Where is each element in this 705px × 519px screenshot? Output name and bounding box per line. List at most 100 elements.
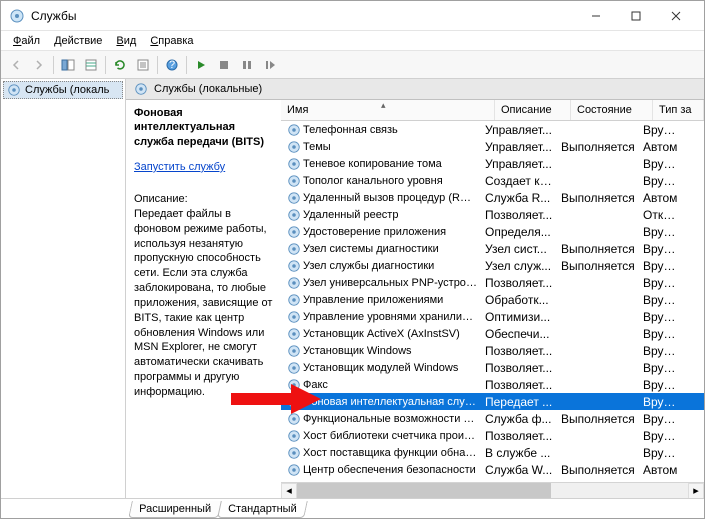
service-name: Хост библиотеки счетчика произво... (303, 430, 477, 442)
service-type: Вручну (639, 429, 683, 443)
tree-node-services[interactable]: Службы (локаль (3, 81, 123, 99)
back-button[interactable] (5, 54, 27, 76)
service-desc: Узел служ... (481, 259, 557, 273)
service-row[interactable]: ТемыУправляет...ВыполняетсяАвтом (281, 138, 704, 155)
service-type: Вручну (639, 395, 683, 409)
menu-file[interactable]: Файл (7, 33, 46, 49)
show-hide-tree-button[interactable] (57, 54, 79, 76)
tab-standard[interactable]: Стандартный (217, 501, 307, 518)
scroll-left-icon[interactable]: ◂ (281, 483, 297, 499)
svg-text:?: ? (169, 59, 175, 71)
menu-view[interactable]: Вид (110, 33, 142, 49)
help-button[interactable]: ? (161, 54, 183, 76)
description-label: Описание: (134, 193, 273, 205)
service-state: Выполняется (557, 412, 639, 426)
detail-pane: Фоновая интеллектуальная служба передачи… (126, 100, 281, 498)
start-service-button[interactable] (190, 54, 212, 76)
scroll-right-icon[interactable]: ▸ (688, 483, 704, 499)
col-state[interactable]: Состояние (571, 100, 653, 120)
service-name: Тополог канального уровня (303, 175, 443, 187)
service-name: Удаленный реестр (303, 209, 398, 221)
service-type: Вручну (639, 361, 683, 375)
service-row[interactable]: Узел универсальных PNP-устройствПозволяе… (281, 274, 704, 291)
service-type: Вручну (639, 378, 683, 392)
service-row[interactable]: Управление приложениямиОбработк...Вручну (281, 291, 704, 308)
col-description[interactable]: Описание (495, 100, 571, 120)
service-name: Установщик модулей Windows (303, 362, 458, 374)
maximize-button[interactable] (616, 1, 656, 31)
service-desc: Служба R... (481, 191, 557, 205)
close-button[interactable] (656, 1, 696, 31)
minimize-button[interactable] (576, 1, 616, 31)
tree-pane: Службы (локаль (1, 79, 126, 498)
col-name[interactable]: Имя▴ (281, 100, 495, 120)
start-service-link[interactable]: Запустить службу (134, 161, 273, 173)
service-desc: Управляет... (481, 123, 557, 137)
stop-service-button[interactable] (213, 54, 235, 76)
service-name: Управление уровнями хранилища (303, 311, 477, 323)
service-desc: В службе ... (481, 446, 557, 460)
service-row[interactable]: Установщик ActiveX (AxInstSV)Обеспечи...… (281, 325, 704, 342)
service-type: Вручну (639, 446, 683, 460)
service-type: Вручну (639, 259, 683, 273)
right-pane: Службы (локальные) Фоновая интеллектуаль… (126, 79, 704, 518)
tab-extended[interactable]: Расширенный (128, 501, 222, 518)
export-list-button[interactable] (80, 54, 102, 76)
service-row[interactable]: Функциональные возможности для ...Служба… (281, 410, 704, 427)
service-row[interactable]: Тополог канального уровняСоздает ка...Вр… (281, 172, 704, 189)
forward-button[interactable] (28, 54, 50, 76)
service-row[interactable]: Управление уровнями хранилищаОптимизи...… (281, 308, 704, 325)
service-desc: Передает ... (481, 395, 557, 409)
service-row[interactable]: Узел службы диагностикиУзел служ...Выпол… (281, 257, 704, 274)
service-state: Выполняется (557, 191, 639, 205)
service-desc: Служба ф... (481, 412, 557, 426)
right-pane-title: Службы (локальные) (126, 79, 704, 100)
pause-service-button[interactable] (236, 54, 258, 76)
menu-action[interactable]: Действие (48, 33, 108, 49)
service-name: Телефонная связь (303, 124, 398, 136)
service-row[interactable]: Центр обеспечения безопасностиСлужба W..… (281, 461, 704, 478)
service-desc: Позволяет... (481, 208, 557, 222)
service-row[interactable]: Установщик WindowsПозволяет...Вручну (281, 342, 704, 359)
service-type: Вручну (639, 344, 683, 358)
service-name: Узел универсальных PNP-устройств (303, 277, 477, 289)
service-row[interactable]: Узел системы диагностикиУзел сист...Выпо… (281, 240, 704, 257)
service-row[interactable]: Фоновая интеллектуальная служба ...Перед… (281, 393, 704, 410)
service-name: Узел системы диагностики (303, 243, 439, 255)
service-name: Темы (303, 141, 331, 153)
services-list: Имя▴ Описание Состояние Тип за Телефонна… (281, 100, 704, 498)
service-desc: Управляет... (481, 157, 557, 171)
restart-service-button[interactable] (259, 54, 281, 76)
app-icon (9, 8, 25, 24)
service-row[interactable]: Факс Позволяет... Вручну (281, 376, 704, 393)
rows-container[interactable]: Телефонная связьУправляет...ВручнуТемыУп… (281, 121, 704, 482)
service-row[interactable]: Удостоверение приложенияОпределя...Вручн… (281, 223, 704, 240)
sort-asc-icon: ▴ (381, 100, 386, 111)
service-type: Вручну (639, 242, 683, 256)
service-desc: Позволяет... (481, 378, 557, 392)
service-name: Центр обеспечения безопасности (303, 464, 476, 476)
service-desc: Обеспечи... (481, 327, 557, 341)
service-row[interactable]: Удаленный вызов процедур (RPC)Служба R..… (281, 189, 704, 206)
toolbar-separator (105, 56, 106, 74)
service-row[interactable]: Теневое копирование томаУправляет...Вруч… (281, 155, 704, 172)
service-name: Факс (303, 379, 328, 391)
service-row[interactable]: Хост библиотеки счетчика произво... Позво… (281, 427, 704, 444)
service-row[interactable]: Телефонная связьУправляет...Вручну (281, 121, 704, 138)
service-row[interactable]: Удаленный реестрПозволяет...Отклю (281, 206, 704, 223)
properties-button[interactable] (132, 54, 154, 76)
service-row[interactable]: Хост поставщика функции обнаруж...В служ… (281, 444, 704, 461)
service-desc: Позволяет... (481, 344, 557, 358)
menu-help[interactable]: Справка (144, 33, 199, 49)
service-type: Вручну (639, 174, 683, 188)
right-pane-title-text: Службы (локальные) (154, 83, 262, 95)
horizontal-scrollbar[interactable]: ◂ ▸ (281, 482, 704, 498)
service-desc: Позволяет... (481, 429, 557, 443)
service-type: Вручну (639, 327, 683, 341)
refresh-button[interactable] (109, 54, 131, 76)
service-type: Вручну (639, 412, 683, 426)
col-startup-type[interactable]: Тип за (653, 100, 704, 120)
service-row[interactable]: Установщик модулей WindowsПозволяет...Вр… (281, 359, 704, 376)
service-state: Выполняется (557, 140, 639, 154)
scrollbar-thumb[interactable] (297, 483, 551, 499)
